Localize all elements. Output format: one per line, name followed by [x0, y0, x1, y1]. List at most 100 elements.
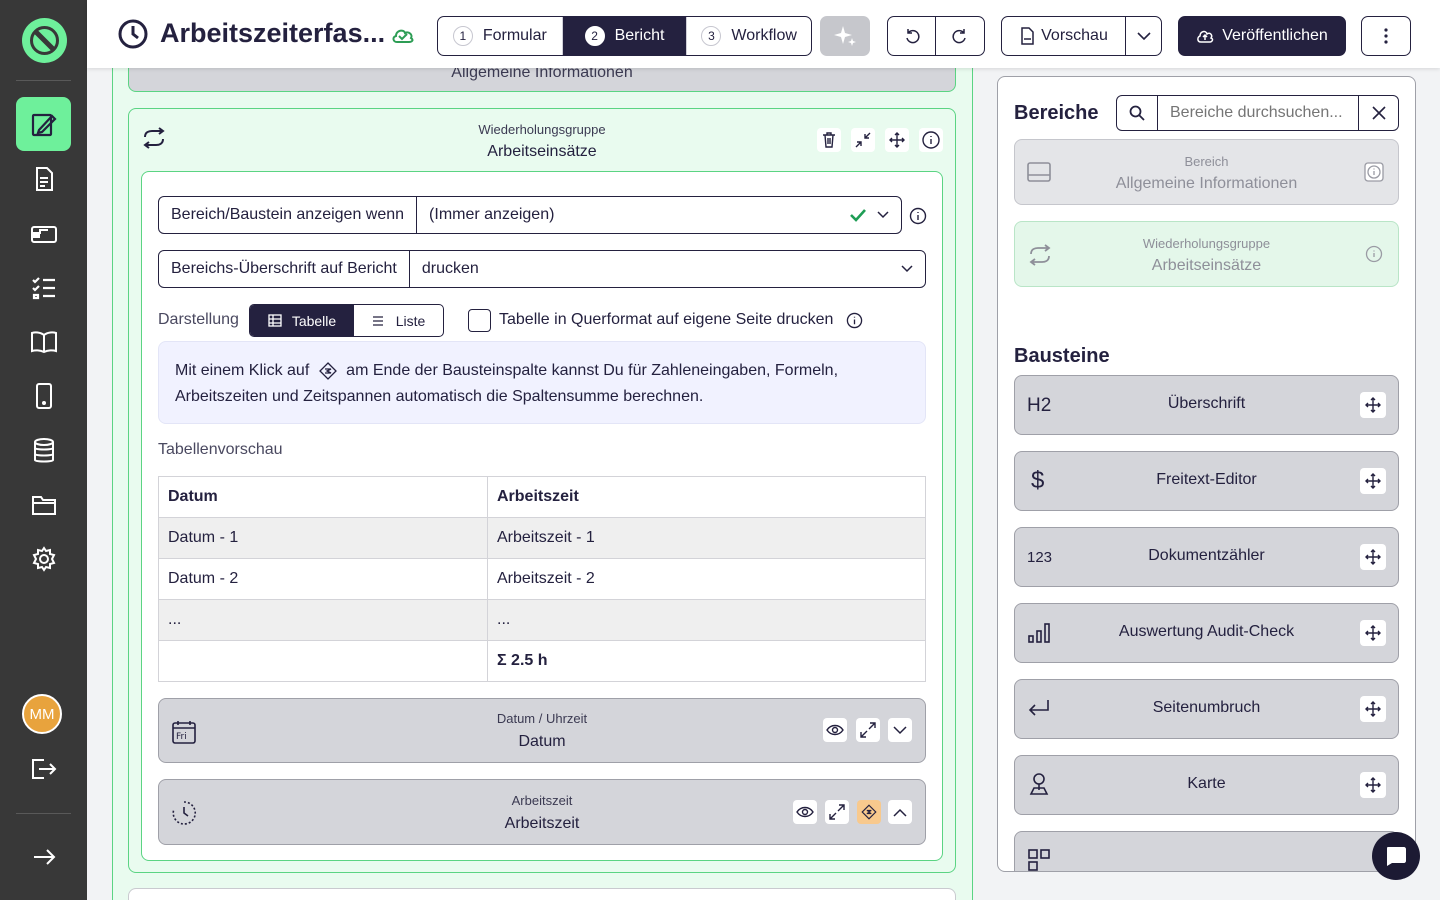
redo-button[interactable]	[936, 17, 984, 55]
block-label: Überschrift	[1167, 395, 1246, 412]
step-formular[interactable]: 1 Formular	[438, 17, 562, 55]
move-handle[interactable]	[885, 128, 909, 152]
files-nav[interactable]	[16, 478, 71, 532]
handbook-nav[interactable]	[16, 315, 71, 369]
form-editor-nav[interactable]	[16, 97, 71, 151]
logout-nav[interactable]	[16, 742, 71, 796]
toggle-details-button[interactable]	[888, 800, 912, 824]
settings-nav[interactable]	[16, 532, 71, 586]
close-icon	[1371, 106, 1386, 120]
chat-button[interactable]	[1372, 832, 1420, 880]
section-allgemeine-informationen[interactable]: Allgemeine Informationen	[128, 68, 956, 92]
section-item-arbeitseinsaetze[interactable]: Wiederholungsgruppe Arbeitseinsätze	[1014, 221, 1399, 287]
inbox-nav[interactable]	[16, 207, 71, 261]
drag-handle[interactable]	[1360, 620, 1386, 646]
display-option-label: Tabelle	[291, 312, 337, 329]
more-menu-button[interactable]	[1361, 16, 1411, 56]
block-auswertung-audit-check[interactable]: Auswertung Audit-Check	[1014, 603, 1399, 663]
table-sum-row: Σ 2.5 h	[158, 640, 926, 682]
landscape-checkbox[interactable]	[468, 309, 491, 332]
info-icon[interactable]	[1364, 244, 1384, 264]
collapse-icon	[855, 132, 871, 148]
sparkle-icon	[833, 24, 857, 48]
step-workflow[interactable]: 3 Workflow	[686, 17, 811, 55]
drag-handle[interactable]	[1360, 696, 1386, 722]
info-icon[interactable]	[909, 207, 927, 225]
app-logo[interactable]	[22, 18, 67, 63]
block-freitext-editor[interactable]: $ Freitext-Editor	[1014, 451, 1399, 511]
search-button[interactable]	[1117, 96, 1158, 130]
table-preview-label: Tabellenvorschau	[158, 441, 283, 458]
expand-icon	[829, 804, 845, 820]
preview-options-toggle[interactable]	[1126, 17, 1161, 55]
sum-diamond-icon	[860, 803, 878, 821]
database-nav[interactable]	[16, 424, 71, 478]
column-sum-button[interactable]	[857, 800, 881, 824]
expand-button[interactable]	[856, 718, 880, 742]
section-item-allgemeine[interactable]: Bereich Allgemeine Informationen	[1014, 139, 1399, 205]
search-input[interactable]	[1158, 96, 1358, 130]
blocks-heading: Bausteine	[1014, 345, 1110, 367]
table-cell: Datum - 2	[158, 558, 488, 600]
display-toggle: Tabelle Liste	[249, 304, 444, 337]
display-table-option[interactable]: Tabelle	[250, 305, 354, 336]
toggle-details-button[interactable]	[888, 718, 912, 742]
step-bericht[interactable]: 2 Bericht	[561, 17, 687, 55]
ai-assist-button[interactable]	[820, 16, 870, 56]
visibility-button[interactable]	[793, 800, 817, 824]
block-label: Dokumentzähler	[1148, 547, 1265, 564]
documents-nav[interactable]	[16, 152, 71, 206]
block-seitenumbruch[interactable]: Seitenumbruch	[1014, 679, 1399, 739]
delete-button[interactable]	[817, 128, 841, 152]
preview-dropdown: Vorschau	[1001, 16, 1162, 56]
rail-divider	[16, 813, 71, 814]
table-cell: ...	[487, 599, 926, 641]
eye-icon	[826, 724, 844, 736]
next-section-card[interactable]	[128, 888, 956, 900]
section-title: Allgemeine Informationen	[451, 68, 633, 81]
condition-select[interactable]: Bereich/Baustein anzeigen wenn (Immer an…	[158, 196, 902, 234]
drag-handle[interactable]	[1360, 392, 1386, 418]
block-ueberschrift[interactable]: H2 Überschrift	[1014, 375, 1399, 435]
history-controls	[887, 16, 985, 56]
visibility-button[interactable]	[823, 718, 847, 742]
publish-button[interactable]: Veröffentlichen	[1178, 16, 1346, 56]
drag-handle[interactable]	[1360, 544, 1386, 570]
expand-rail-button[interactable]	[16, 830, 71, 884]
block-partial[interactable]	[1014, 831, 1399, 871]
table-row: Datum - 2 Arbeitszeit - 2	[158, 558, 926, 600]
sections-heading: Bereiche	[1014, 102, 1099, 124]
cloud-saved-icon	[391, 26, 415, 44]
clear-search-button[interactable]	[1358, 96, 1398, 130]
heading-print-select[interactable]: Bereichs-Überschrift auf Bericht drucken	[158, 250, 926, 288]
sum-hint: Mit einem Klick auf am Ende der Baustein…	[158, 341, 926, 424]
undo-button[interactable]	[888, 17, 936, 55]
info-button[interactable]	[919, 128, 943, 152]
field-datum[interactable]: Fri Datum / Uhrzeit Datum	[158, 698, 926, 763]
info-icon[interactable]	[846, 312, 863, 329]
drag-handle[interactable]	[1360, 772, 1386, 798]
table-cell: Arbeitszeit - 1	[487, 517, 926, 559]
undo-icon	[904, 28, 920, 44]
block-karte[interactable]: Karte	[1014, 755, 1399, 815]
section-item-type: Wiederholungsgruppe	[1142, 236, 1271, 251]
checklist-nav[interactable]	[16, 261, 71, 315]
section-item-type: Bereich	[1184, 154, 1229, 169]
info-icon[interactable]	[1364, 162, 1384, 182]
drag-handle[interactable]	[1360, 468, 1386, 494]
field-arbeitszeit[interactable]: Arbeitszeit Arbeitszeit	[158, 779, 926, 845]
avatar[interactable]: MM	[22, 694, 62, 734]
workflow-steps: 1 Formular 2 Bericht 3 Workflow	[437, 16, 812, 56]
mobile-nav[interactable]	[16, 369, 71, 423]
heading-print-label: Bereichs-Überschrift auf Bericht	[159, 251, 410, 287]
collapse-button[interactable]	[851, 128, 875, 152]
table-preview: Datum Arbeitszeit Datum - 1 Arbeitszeit - …	[158, 476, 926, 682]
block-dokumentzaehler[interactable]: 123 Dokumentzähler	[1014, 527, 1399, 587]
expand-button[interactable]	[825, 800, 849, 824]
table-row: ......	[158, 599, 926, 641]
display-list-option[interactable]: Liste	[354, 305, 443, 336]
avatar-initials: MM	[29, 705, 55, 723]
chevron-down-icon	[901, 265, 913, 273]
preview-button[interactable]: Vorschau	[1002, 17, 1126, 55]
move-icon	[1365, 397, 1381, 413]
